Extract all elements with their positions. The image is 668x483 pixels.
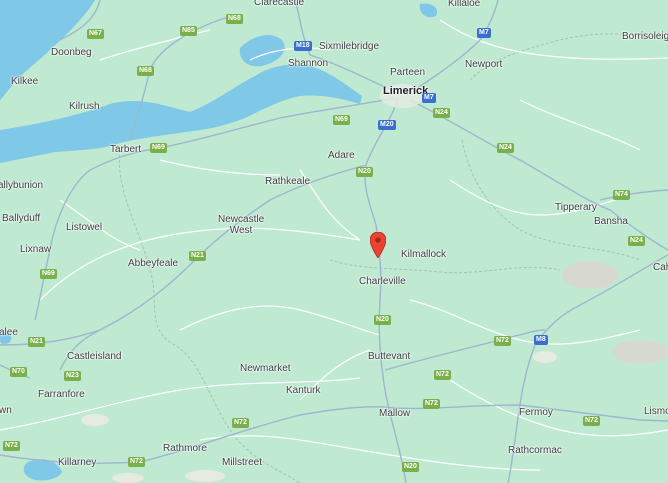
road-n21	[0, 164, 367, 346]
road-shield-n24: N24	[497, 143, 514, 153]
road-shield-n70: N70	[10, 367, 27, 377]
road-shield-n68: N68	[137, 66, 154, 76]
hill-shade	[533, 351, 557, 363]
road-shield-n21: N21	[189, 251, 206, 261]
road-shield-m7: M7	[422, 93, 436, 103]
place-label-newport: Newport	[465, 59, 503, 70]
place-label-lismore: Lismo	[644, 406, 668, 417]
map-base-layer	[0, 0, 668, 483]
place-label-clarecastle: Clarecastle	[254, 0, 305, 8]
place-label-farranfore: Farranfore	[38, 389, 85, 400]
place-label-town-edge: wn	[0, 405, 12, 416]
road-shield-n85: N85	[180, 26, 197, 36]
road-shield-n72: N72	[583, 416, 600, 426]
hill-shade	[81, 414, 109, 426]
place-label-parteen: Parteen	[390, 67, 426, 78]
hill-shade	[185, 470, 225, 482]
map-pin-icon[interactable]	[370, 232, 386, 258]
road-shield-n69: N69	[150, 143, 167, 153]
place-label-lixnaw: Lixnaw	[20, 244, 52, 255]
road-shield-n72: N72	[128, 457, 145, 467]
road-shield-n72: N72	[423, 399, 440, 409]
road-shield-n67: N67	[87, 29, 104, 39]
place-label-castleisland: Castleisland	[67, 351, 122, 362]
road-m7	[404, 0, 499, 97]
place-label-doonbeg: Doonbeg	[51, 47, 92, 58]
place-label-kilrush: Kilrush	[69, 101, 100, 112]
place-label-tarbert: Tarbert	[110, 144, 142, 155]
road-shield-n72: N72	[494, 336, 511, 346]
water-shannon-estuary	[0, 64, 362, 163]
road-shield-n20: N20	[356, 167, 373, 177]
road-shield-n72: N72	[3, 441, 20, 451]
place-label-sixmilebridge: Sixmilebridge	[319, 41, 380, 52]
road-shield-m8: M8	[534, 335, 548, 345]
road-n74	[599, 189, 668, 201]
place-label-newmarket: Newmarket	[240, 363, 291, 374]
hill-shade	[562, 261, 618, 289]
road-n24	[409, 99, 668, 251]
road-shield-n69: N69	[40, 269, 57, 279]
place-label-cahir: Cahi	[653, 262, 668, 273]
place-label-borrisoleigh: Borrisoleigh	[622, 31, 668, 42]
place-label-tralee: alee	[0, 327, 18, 338]
road-shield-n72: N72	[434, 370, 451, 380]
place-label-ballybunion: allybunion	[0, 180, 44, 191]
road-shield-n20: N20	[374, 315, 391, 325]
road-shield-n24: N24	[433, 108, 450, 118]
place-label-rathmore: Rathmore	[163, 443, 207, 454]
road-shield-n72: N72	[232, 418, 249, 428]
road-shield-n69: N69	[333, 115, 350, 125]
place-label-kilmallock: Kilmallock	[401, 249, 447, 260]
road-shield-n24: N24	[628, 236, 645, 246]
place-label-kilkee: Kilkee	[11, 76, 39, 87]
place-label-millstreet: Millstreet	[222, 457, 263, 468]
place-label-rathcormac: Rathcormac	[508, 445, 562, 456]
place-label-killaloe: Killaloe	[448, 0, 481, 9]
place-label-kanturk: Kanturk	[286, 385, 321, 396]
road-n72	[0, 404, 668, 464]
map-canvas[interactable]: Clarecastle Killaloe Borrisoleigh Doonbe…	[0, 0, 668, 483]
place-label-adare: Adare	[328, 150, 355, 161]
place-label-killarney: Killarney	[58, 457, 97, 468]
hill-shade	[612, 340, 668, 364]
place-label-shannon: Shannon	[288, 58, 329, 69]
road-shield-n21: N21	[28, 337, 45, 347]
place-label-fermoy: Fermoy	[519, 407, 553, 418]
road-shield-n74: N74	[613, 190, 630, 200]
road-shield-n68: N68	[226, 14, 243, 24]
place-label-ballyduff: Ballyduff	[2, 213, 41, 224]
place-label-tipperary: Tipperary	[555, 202, 597, 213]
road-shield-n23: N23	[64, 371, 81, 381]
place-label-bansha: Bansha	[594, 216, 628, 227]
road-n73	[384, 329, 546, 371]
road-shield-m7: M7	[477, 28, 491, 38]
road-shield-m18: M18	[294, 41, 312, 51]
place-label-listowel: Listowel	[66, 222, 103, 233]
road-shield-n20: N20	[402, 462, 419, 472]
major-roads	[0, 0, 668, 483]
water-lough	[419, 3, 438, 18]
place-label-rathkeale: Rathkeale	[265, 176, 311, 187]
place-label-newcastle-west: Newcastle West	[218, 214, 265, 236]
road-shield-m20: M20	[378, 120, 396, 130]
place-label-abbeyfeale: Abbeyfeale	[128, 258, 179, 269]
place-label-charleville: Charleville	[359, 276, 406, 287]
hill-shade	[112, 473, 144, 483]
place-label-buttevant: Buttevant	[368, 351, 411, 362]
place-label-mallow: Mallow	[379, 408, 411, 419]
road-n20	[364, 97, 407, 483]
